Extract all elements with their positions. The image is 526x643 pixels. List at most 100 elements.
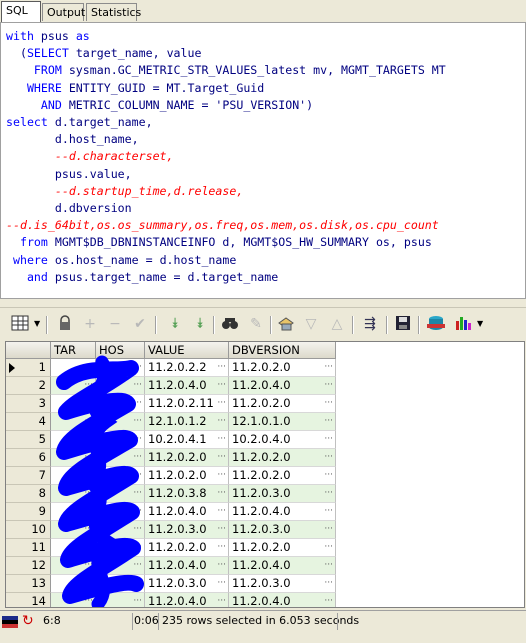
cell-value[interactable]: 11.2.0.2.0 ··· [145, 449, 229, 467]
row-number[interactable]: 11 [6, 539, 51, 557]
find-icon[interactable] [220, 315, 240, 333]
cell-editor-ellipsis-icon[interactable]: ··· [84, 377, 93, 394]
clear-icon[interactable]: ✎ [246, 315, 266, 333]
cell-dbversion[interactable]: 11.2.0.2.0 ··· [229, 539, 336, 557]
cell-editor-ellipsis-icon[interactable]: ··· [324, 575, 333, 592]
cell-editor-ellipsis-icon[interactable]: ··· [84, 359, 93, 376]
cell-editor-ellipsis-icon[interactable]: ··· [217, 377, 226, 394]
filter-up-icon[interactable]: △ [327, 315, 347, 333]
cell-value[interactable]: 11.2.0.2.11 ··· [145, 395, 229, 413]
cell-editor-ellipsis-icon[interactable]: ··· [324, 359, 333, 376]
cell-editor-ellipsis-icon[interactable]: ··· [133, 359, 142, 376]
cell-editor-ellipsis-icon[interactable]: ··· [217, 431, 226, 448]
sql-editor[interactable]: with psus as (SELECT target_name, value … [0, 22, 526, 299]
cell-editor-ellipsis-icon[interactable]: ··· [324, 431, 333, 448]
cell-editor-ellipsis-icon[interactable]: ··· [324, 395, 333, 412]
cell-editor-ellipsis-icon[interactable]: ··· [217, 503, 226, 520]
cell-editor-ellipsis-icon[interactable]: ··· [84, 395, 93, 412]
cell-editor-ellipsis-icon[interactable]: ··· [84, 431, 93, 448]
chevron-down-icon[interactable]: ▼ [477, 315, 485, 333]
cell-target-name[interactable]: ··· [51, 449, 96, 467]
cell-editor-ellipsis-icon[interactable]: ··· [217, 359, 226, 376]
cell-target-name[interactable]: ··· [51, 395, 96, 413]
row-number[interactable]: 2 [6, 377, 51, 395]
cell-host-name[interactable]: ··· [96, 359, 145, 377]
cell-editor-ellipsis-icon[interactable]: ··· [84, 575, 93, 592]
cell-editor-ellipsis-icon[interactable]: ··· [324, 377, 333, 394]
table-row[interactable]: 9 ··· ··· 11.2.0.4.0 ··· 11.2.0.4.0 ··· [6, 503, 336, 521]
cell-value[interactable]: 11.2.0.4.0 ··· [145, 557, 229, 575]
row-number[interactable]: 13 [6, 575, 51, 593]
cell-editor-ellipsis-icon[interactable]: ··· [133, 593, 142, 607]
cell-dbversion[interactable]: 11.2.0.3.0 ··· [229, 485, 336, 503]
table-row[interactable]: 10 ··· ··· 11.2.0.3.0 ··· 11.2.0.3.0 ··· [6, 521, 336, 539]
cell-dbversion[interactable]: 11.2.0.4.0 ··· [229, 377, 336, 395]
database-icon[interactable] [426, 315, 446, 333]
cell-editor-ellipsis-icon[interactable]: ··· [84, 557, 93, 574]
lock-icon[interactable] [55, 315, 75, 333]
cell-editor-ellipsis-icon[interactable]: ··· [84, 593, 93, 607]
save-icon[interactable] [393, 315, 413, 333]
column-header-host-name[interactable]: HOS [96, 342, 145, 359]
grid-layout-icon[interactable] [10, 315, 30, 333]
table-row[interactable]: 14 ··· ··· 11.2.0.4.0 ··· 11.2.0.4.0 ··· [6, 593, 336, 607]
cell-editor-ellipsis-icon[interactable]: ··· [217, 467, 226, 484]
column-header-dbversion[interactable]: DBVERSION [229, 342, 336, 359]
table-row[interactable]: 1 ··· ··· 11.2.0.2.2 ··· 11.2.0.2.0 ··· [6, 359, 336, 377]
row-number[interactable]: 12 [6, 557, 51, 575]
cell-value[interactable]: 11.2.0.3.0 ··· [145, 521, 229, 539]
cell-editor-ellipsis-icon[interactable]: ··· [217, 395, 226, 412]
splitter[interactable] [0, 299, 526, 307]
row-number[interactable]: 9 [6, 503, 51, 521]
refresh-icon[interactable]: ↻ [22, 611, 36, 631]
cell-host-name[interactable]: ··· [96, 521, 145, 539]
table-row[interactable]: 12 ··· ··· 11.2.0.4.0 ··· 11.2.0.4.0 ··· [6, 557, 336, 575]
cell-host-name[interactable]: ··· [96, 575, 145, 593]
cell-editor-ellipsis-icon[interactable]: ··· [84, 467, 93, 484]
cell-dbversion[interactable]: 11.2.0.2.0 ··· [229, 359, 336, 377]
post-edit-icon[interactable]: ✔ [130, 315, 150, 333]
cell-target-name[interactable]: ··· [51, 575, 96, 593]
table-row[interactable]: 6 ··· ··· 11.2.0.2.0 ··· 11.2.0.2.0 ··· [6, 449, 336, 467]
cell-editor-ellipsis-icon[interactable]: ··· [324, 557, 333, 574]
cell-target-name[interactable]: ··· [51, 539, 96, 557]
cell-editor-ellipsis-icon[interactable]: ··· [133, 539, 142, 556]
chevron-down-icon[interactable]: ▼ [34, 315, 42, 333]
cell-host-name[interactable]: ··· [96, 395, 145, 413]
table-row[interactable]: 11 ··· ··· 11.2.0.2.0 ··· 11.2.0.2.0 ··· [6, 539, 336, 557]
cell-editor-ellipsis-icon[interactable]: ··· [324, 485, 333, 502]
cell-dbversion[interactable]: 11.2.0.2.0 ··· [229, 467, 336, 485]
row-number[interactable]: 6 [6, 449, 51, 467]
cell-target-name[interactable]: ··· [51, 431, 96, 449]
cell-dbversion[interactable]: 11.2.0.3.0 ··· [229, 575, 336, 593]
cell-dbversion[interactable]: 11.2.0.4.0 ··· [229, 557, 336, 575]
table-row[interactable]: 3 ··· ··· 11.2.0.2.11 ··· 11.2.0.2.0 ··· [6, 395, 336, 413]
cell-dbversion[interactable]: 11.2.0.3.0 ··· [229, 521, 336, 539]
flow-icon[interactable]: ⇶ [360, 315, 380, 333]
cell-editor-ellipsis-icon[interactable]: ··· [133, 395, 142, 412]
cell-target-name[interactable]: ··· [51, 467, 96, 485]
cell-editor-ellipsis-icon[interactable]: ··· [324, 413, 333, 430]
cell-dbversion[interactable]: 11.2.0.4.0 ··· [229, 593, 336, 607]
row-number[interactable]: 4 [6, 413, 51, 431]
cell-editor-ellipsis-icon[interactable]: ··· [133, 431, 142, 448]
cell-editor-ellipsis-icon[interactable]: ··· [84, 539, 93, 556]
row-number[interactable]: 7 [6, 467, 51, 485]
table-row[interactable]: 7 ··· ··· 11.2.0.2.0 ··· 11.2.0.2.0 ··· [6, 467, 336, 485]
cell-editor-ellipsis-icon[interactable]: ··· [324, 539, 333, 556]
tab-output[interactable]: Output [42, 3, 85, 21]
cell-target-name[interactable]: ··· [51, 557, 96, 575]
next-page-icon[interactable]: ⯯ [165, 315, 185, 333]
cell-editor-ellipsis-icon[interactable]: ··· [133, 485, 142, 502]
table-row[interactable]: 5 ··· ··· 10.2.0.4.1 ··· 10.2.0.4.0 ··· [6, 431, 336, 449]
cell-value[interactable]: 11.2.0.3.8 ··· [145, 485, 229, 503]
cell-value[interactable]: 12.1.0.1.2 ··· [145, 413, 229, 431]
cell-editor-ellipsis-icon[interactable]: ··· [133, 377, 142, 394]
cell-editor-ellipsis-icon[interactable]: ··· [84, 413, 93, 430]
cell-editor-ellipsis-icon[interactable]: ··· [133, 467, 142, 484]
column-header-value[interactable]: VALUE [145, 342, 229, 359]
cell-value[interactable]: 11.2.0.4.0 ··· [145, 593, 229, 607]
cell-value[interactable]: 10.2.0.4.1 ··· [145, 431, 229, 449]
cell-editor-ellipsis-icon[interactable]: ··· [133, 413, 142, 430]
cell-host-name[interactable]: ··· [96, 557, 145, 575]
